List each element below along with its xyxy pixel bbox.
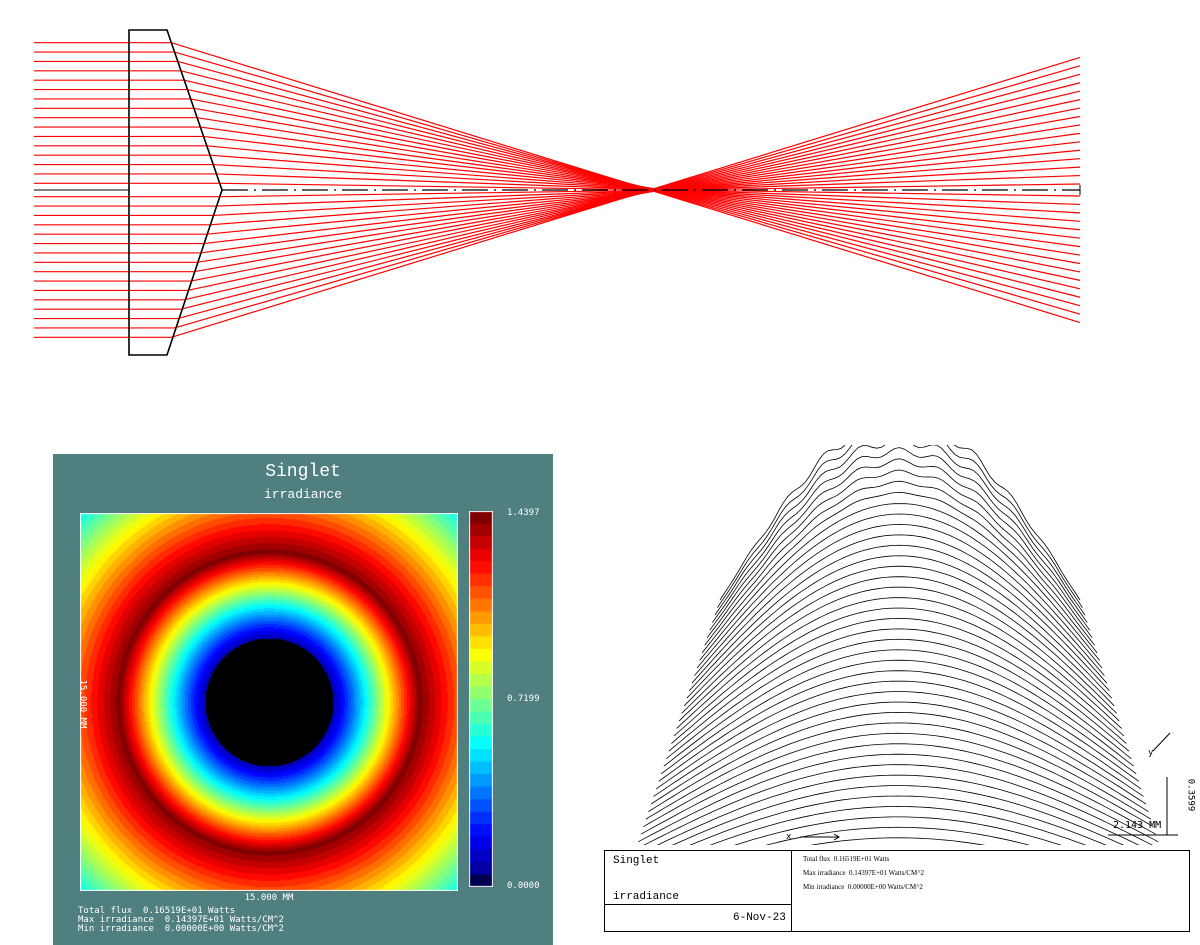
scale-mid-label: 0.7199 [507, 694, 540, 704]
irradiance-surface-plot [638, 445, 1178, 845]
surface-trace [704, 480, 1096, 646]
info-subtitle: irradiance [613, 891, 680, 903]
surface-trace [709, 805, 1087, 845]
surface-z-scale-label: 0.3599 [1185, 778, 1196, 812]
info-min-irradiance: Min irradiance 0.00000E+00 Watts/CM^2 [803, 883, 923, 891]
surface-trace [650, 701, 1147, 805]
irradiance-subtitle: irradiance [263, 487, 342, 502]
ray [34, 174, 1081, 207]
ray [34, 135, 1081, 239]
surface-trace [678, 586, 1120, 722]
surface-trace [643, 732, 1154, 828]
surface-trace [668, 628, 1130, 752]
info-title: Singlet [613, 855, 660, 867]
surface-trace [686, 555, 1113, 699]
surface-trace [765, 826, 1031, 845]
surface-trace [714, 445, 1086, 616]
surface-trace [643, 764, 1153, 845]
irradiance-panel: Singlet irradiance 1.4397 0.7199 0.0000 … [53, 454, 553, 945]
surface-trace [640, 743, 1156, 835]
surface-x-scale-label: 2.143 MM [1113, 820, 1162, 831]
axicon-lens [128, 29, 223, 356]
y-dimension-label: 15.000 MM [77, 679, 88, 729]
surface-trace [638, 753, 1159, 843]
surface-trace [655, 680, 1142, 790]
irradiance-title: Singlet [265, 462, 341, 482]
surface-trace [676, 597, 1122, 729]
scale-min-label: 0.0000 [507, 881, 540, 891]
surface-trace [648, 711, 1149, 812]
x-dimension-label: 15.000 MM [244, 893, 294, 903]
info-total-flux: Total flux 0.16519E+01 Watts [803, 855, 890, 863]
irradiance-map [80, 513, 458, 891]
surface-trace [663, 649, 1135, 767]
info-date: 6-Nov-23 [733, 912, 786, 924]
min-irradiance-text: Min irradiance 0.00000E+00 Watts/CM^2 [78, 924, 284, 934]
surface-trace [666, 638, 1132, 760]
y-axis-arrow [1152, 732, 1171, 752]
color-scale-bar [469, 511, 493, 887]
surface-y-axis-label: y [1148, 748, 1154, 758]
surface-trace [671, 785, 1125, 845]
ray-trace-diagram [34, 29, 1081, 356]
plot-info-box: Singlet irradiance 6-Nov-23 Total flux 0… [604, 850, 1190, 932]
scale-max-label: 1.4397 [507, 508, 540, 518]
info-max-irradiance: Max irradiance 0.14397E+01 Watts/CM^2 [803, 869, 925, 877]
surface-x-axis-label: x [786, 832, 792, 842]
ray [34, 173, 1081, 206]
ray [34, 141, 1081, 245]
surface-trace [810, 837, 986, 845]
